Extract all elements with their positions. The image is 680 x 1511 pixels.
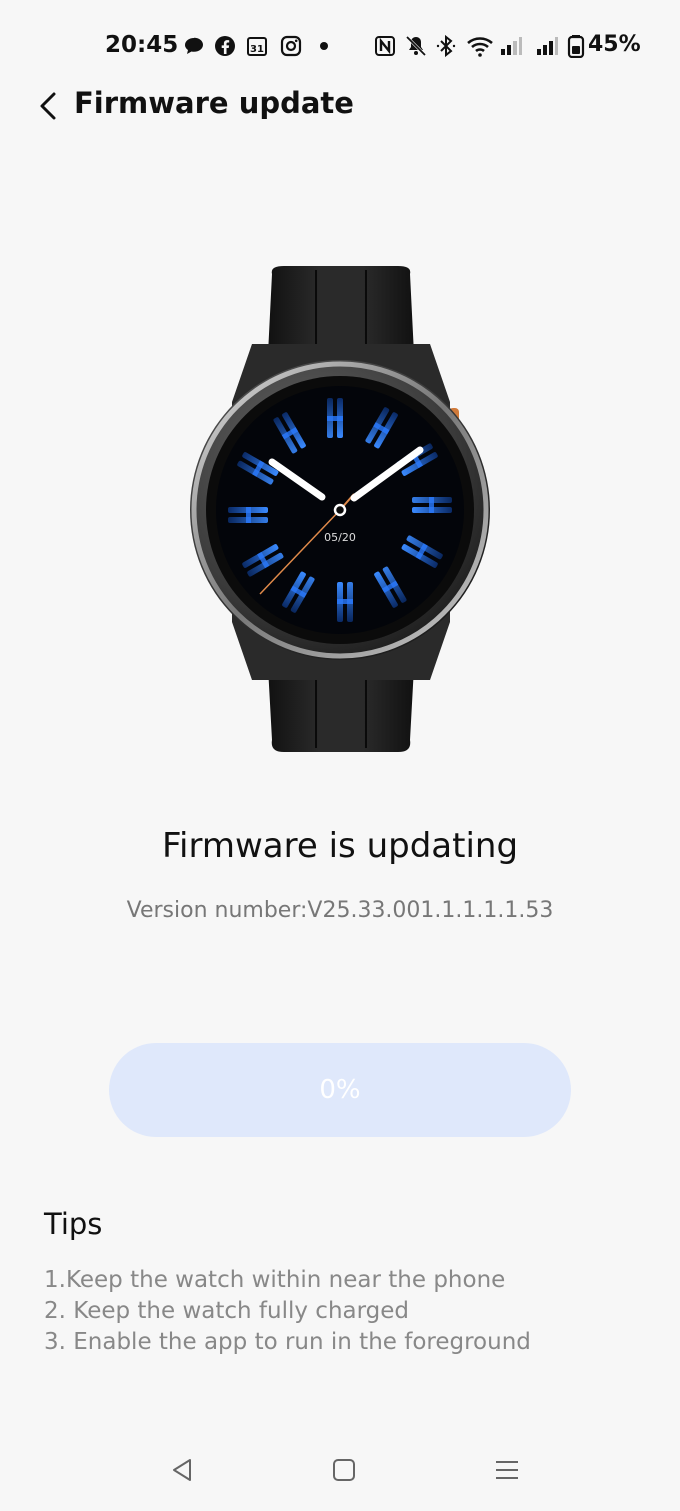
- update-progress-bar: 0%: [109, 1043, 571, 1137]
- instagram-icon: [280, 35, 302, 57]
- status-time: 20:45: [105, 32, 179, 58]
- mute-icon: [405, 35, 427, 57]
- version-number: Version number:V25.33.001.1.1.1.1.53: [126, 898, 554, 923]
- chevron-left-icon: [40, 92, 56, 120]
- calendar-icon: 31: [247, 37, 267, 56]
- home-square-icon[interactable]: [328, 1454, 360, 1486]
- firmware-update-screen: 20:45 31 45% Firmware update 05/20 Firmw…: [0, 0, 680, 1511]
- bluetooth-icon: [436, 34, 456, 58]
- battery-icon: [567, 35, 585, 58]
- status-bar: 20:45 31 45%: [0, 28, 680, 64]
- menu-icon[interactable]: [491, 1454, 523, 1486]
- tip-item: 3. Enable the app to run in the foregrou…: [44, 1329, 531, 1355]
- navigation-bar: [0, 1450, 680, 1490]
- tips-list: 1.Keep the watch within near the phone 2…: [44, 1265, 531, 1358]
- page-title: Firmware update: [74, 86, 354, 120]
- update-status-title: Firmware is updating: [161, 826, 519, 866]
- back-button[interactable]: [34, 86, 66, 126]
- nfc-icon: [375, 36, 395, 56]
- chat-bubble-icon: [185, 37, 203, 54]
- svg-text:31: 31: [250, 44, 264, 55]
- wifi-icon: [467, 37, 493, 57]
- signal-icon: [501, 37, 522, 55]
- top-strap: [268, 266, 414, 354]
- tips-title: Tips: [44, 1207, 103, 1241]
- watch-date: 05/20: [324, 531, 356, 544]
- back-triangle-icon[interactable]: [166, 1454, 198, 1486]
- tip-item: 1.Keep the watch within near the phone: [44, 1267, 506, 1293]
- signal-icon: [537, 37, 558, 55]
- header: Firmware update: [0, 82, 680, 130]
- watch-image: 05/20: [190, 266, 490, 752]
- battery-percentage: 45%: [588, 32, 641, 57]
- facebook-icon: [215, 36, 235, 56]
- tip-item: 2. Keep the watch fully charged: [44, 1298, 410, 1324]
- progress-label: 0%: [319, 1075, 361, 1105]
- dot-icon: [320, 42, 328, 50]
